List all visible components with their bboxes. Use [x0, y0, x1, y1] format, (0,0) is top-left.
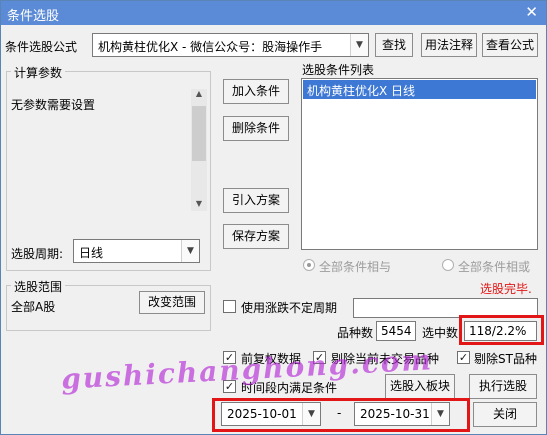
highlight-selected-box: [459, 315, 544, 345]
status-text: 选股完毕.: [480, 282, 532, 296]
import-scheme-button[interactable]: 引入方案: [223, 188, 289, 213]
delete-condition-button[interactable]: 删除条件: [223, 116, 289, 141]
scroll-down-icon[interactable]: ▼: [191, 199, 207, 211]
exclude-st-label: 剔除ST品种: [474, 352, 537, 366]
scroll-thumb[interactable]: [192, 106, 206, 161]
range-group-label: 选股范围: [11, 278, 66, 295]
condition-select-window: 条件选股 ✕ 条件选股公式 机构黄柱优化X - 微信公众号：股海操作手 ▼ 查找…: [0, 0, 547, 435]
or-radio[interactable]: [442, 259, 454, 271]
params-text: 无参数需要设置: [11, 98, 96, 112]
scroll-up-icon[interactable]: ▲: [191, 89, 207, 101]
highlight-dates-box: [212, 398, 470, 432]
close-icon[interactable]: ✕: [525, 3, 538, 21]
range-value: 全部A股: [11, 300, 56, 314]
and-label: 全部条件相与: [319, 260, 392, 274]
usage-button[interactable]: 用法注释: [421, 33, 477, 57]
formula-value: 机构黄柱优化X - 微信公众号：股海操作手: [98, 40, 323, 54]
count-value: 5454: [376, 321, 416, 341]
period-label: 选股周期:: [11, 247, 64, 261]
conditions-label: 选股条件列表: [302, 63, 375, 77]
params-scrollbar[interactable]: ▲ ▼: [191, 89, 207, 211]
params-group-label: 计算参数: [11, 64, 66, 81]
close-button[interactable]: 关闭: [473, 402, 537, 427]
add-condition-button[interactable]: 加入条件: [223, 79, 289, 104]
conditions-list[interactable]: 机构黄柱优化X 日线: [301, 78, 538, 250]
count-label: 品种数: [337, 326, 374, 340]
window-title: 条件选股: [7, 9, 60, 24]
formula-select[interactable]: 机构黄柱优化X - 微信公众号：股海操作手 ▼: [92, 33, 369, 57]
formula-label: 条件选股公式: [5, 40, 78, 54]
and-radio[interactable]: [303, 259, 315, 271]
or-label: 全部条件相或: [458, 260, 531, 274]
find-button[interactable]: 查找: [375, 33, 413, 57]
condition-item[interactable]: 机构黄柱优化X 日线: [303, 80, 536, 99]
selected-label: 选中数: [422, 326, 459, 340]
save-scheme-button[interactable]: 保存方案: [223, 224, 289, 249]
change-range-button[interactable]: 改变范围: [139, 291, 205, 314]
unfixed-period-label: 使用涨跌不定周期: [241, 301, 338, 315]
view-formula-button[interactable]: 查看公式: [482, 33, 538, 57]
chevron-down-icon[interactable]: ▼: [350, 34, 368, 56]
unfixed-period-checkbox[interactable]: [223, 300, 236, 313]
period-value: 日线: [79, 246, 104, 260]
period-select[interactable]: 日线 ▼: [73, 239, 200, 263]
chevron-down-icon[interactable]: ▼: [181, 240, 199, 262]
title-bar: 条件选股 ✕: [1, 1, 546, 25]
execute-button[interactable]: 执行选股: [469, 374, 537, 399]
exclude-st-checkbox[interactable]: ✓: [457, 351, 470, 364]
